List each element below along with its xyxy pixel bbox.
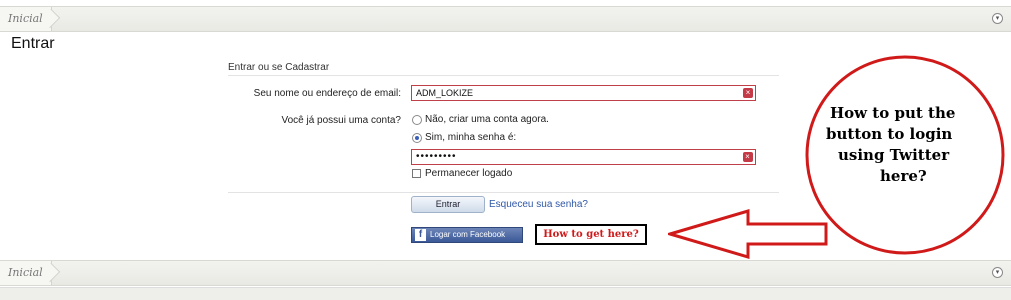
annotation-line: using Twitter [838, 146, 950, 164]
clear-icon[interactable]: × [743, 152, 753, 162]
divider [228, 75, 779, 76]
clear-icon[interactable]: × [743, 88, 753, 98]
radio-create-account-label[interactable]: Não, criar uma conta agora. [425, 114, 549, 125]
divider [228, 192, 779, 193]
breadcrumb-home-link[interactable]: Inicial [0, 7, 52, 31]
radio-has-password-label[interactable]: Sim, minha senha é: [425, 132, 516, 143]
annotation-question: How to put the button to login using Twi… [818, 103, 996, 187]
password-field[interactable]: ••••••••• × [411, 149, 756, 165]
chevron-down-icon[interactable]: ▾ [992, 267, 1003, 278]
annotation-line: here? [880, 167, 927, 185]
radio-has-password[interactable] [412, 133, 422, 143]
radio-create-account[interactable] [412, 115, 422, 125]
facebook-icon: f [415, 229, 426, 241]
email-label: Seu nome ou endereço de email: [253, 88, 401, 99]
breadcrumb: Inicial ▾ [0, 260, 1011, 286]
facebook-login-label: Logar com Facebook [430, 230, 506, 239]
remember-checkbox[interactable] [412, 169, 421, 178]
page-title: Entrar [11, 35, 55, 52]
annotation-line: How to put the [830, 104, 956, 122]
footer-strip [0, 287, 1011, 300]
account-question-label: Você já possui uma conta? [281, 115, 401, 126]
annotation-box: How to get here? [535, 224, 647, 245]
email-field-value: ADM_LOKIZE [416, 88, 474, 98]
annotation-line: button to login [826, 125, 953, 143]
forgot-password-link[interactable]: Esqueceu sua senha? [489, 199, 588, 210]
password-field-value: ••••••••• [416, 151, 457, 162]
breadcrumb: Inicial ▾ [0, 6, 1011, 32]
breadcrumb-home-link[interactable]: Inicial [0, 261, 52, 285]
facebook-login-button[interactable]: f Logar com Facebook [411, 227, 523, 243]
email-field[interactable]: ADM_LOKIZE × [411, 85, 756, 101]
login-button[interactable]: Entrar [411, 196, 485, 213]
chevron-down-icon[interactable]: ▾ [992, 13, 1003, 24]
remember-label[interactable]: Permanecer logado [425, 168, 512, 179]
form-heading: Entrar ou se Cadastrar [228, 62, 330, 73]
